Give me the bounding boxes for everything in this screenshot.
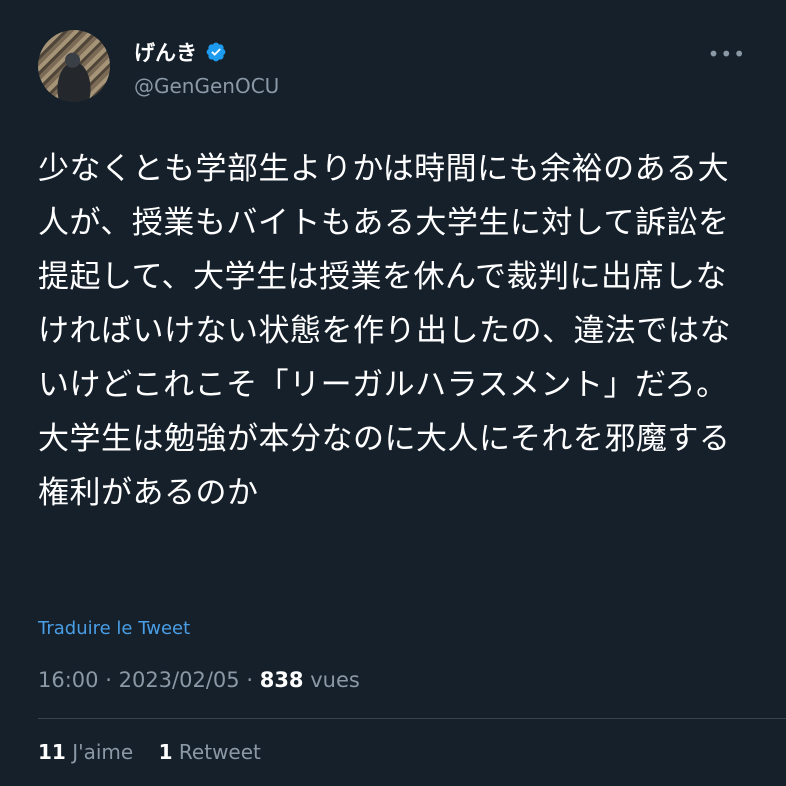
likes-stat[interactable]: 11 J'aime (38, 740, 140, 764)
verified-badge-icon (206, 42, 226, 62)
retweets-stat[interactable]: 1 Retweet (159, 740, 261, 764)
retweets-count: 1 (158, 740, 173, 764)
retweets-label: Retweet (178, 740, 261, 764)
translate-tweet-link[interactable]: Traduire le Tweet (38, 618, 190, 639)
author-name-row: げんき (134, 38, 227, 66)
likes-label: J'aime (72, 740, 134, 764)
tweet-time[interactable]: 16:00 (38, 668, 99, 692)
tweet-date[interactable]: 2023/02/05 (119, 668, 240, 692)
engagement-stats: 11 J'aime 1 Retweet (38, 740, 261, 764)
avatar[interactable] (38, 30, 110, 102)
views-count: 838 (259, 668, 304, 692)
author-handle[interactable]: @GenGenOCU (134, 74, 279, 98)
more-dots-icon[interactable]: ••• (708, 42, 746, 66)
views-label: vues (310, 668, 360, 692)
author-display-name[interactable]: げんき (134, 37, 197, 67)
tweet-header: げんき @GenGenOCU ••• (38, 30, 748, 104)
divider (38, 718, 786, 719)
meta-separator: · (246, 668, 254, 692)
tweet-meta: 16:00 · 2023/02/05 · 838 vues (38, 668, 360, 692)
tweet-text: 少なくとも学部生よりかは時間にも余裕のある大人が、授業もバイトもある大学生に対し… (38, 151, 731, 511)
likes-count: 11 (38, 740, 66, 764)
meta-separator: · (105, 668, 112, 692)
